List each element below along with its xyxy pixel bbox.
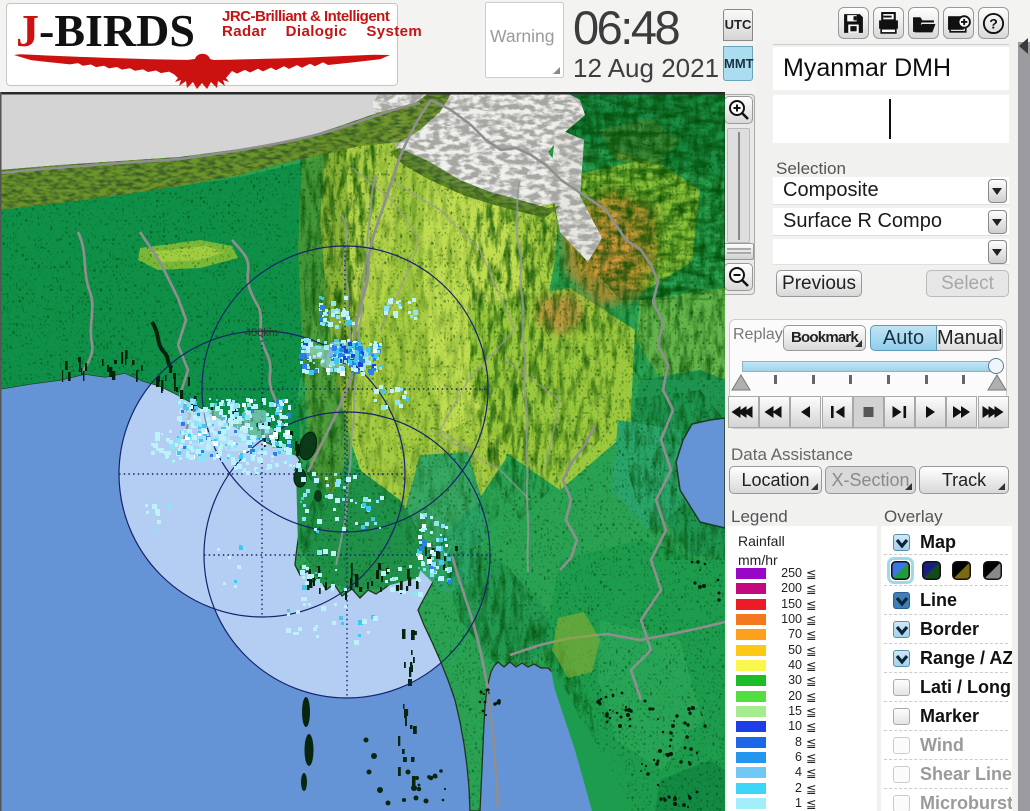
- svg-text:?: ?: [989, 16, 998, 32]
- svg-text:450km: 450km: [245, 327, 278, 339]
